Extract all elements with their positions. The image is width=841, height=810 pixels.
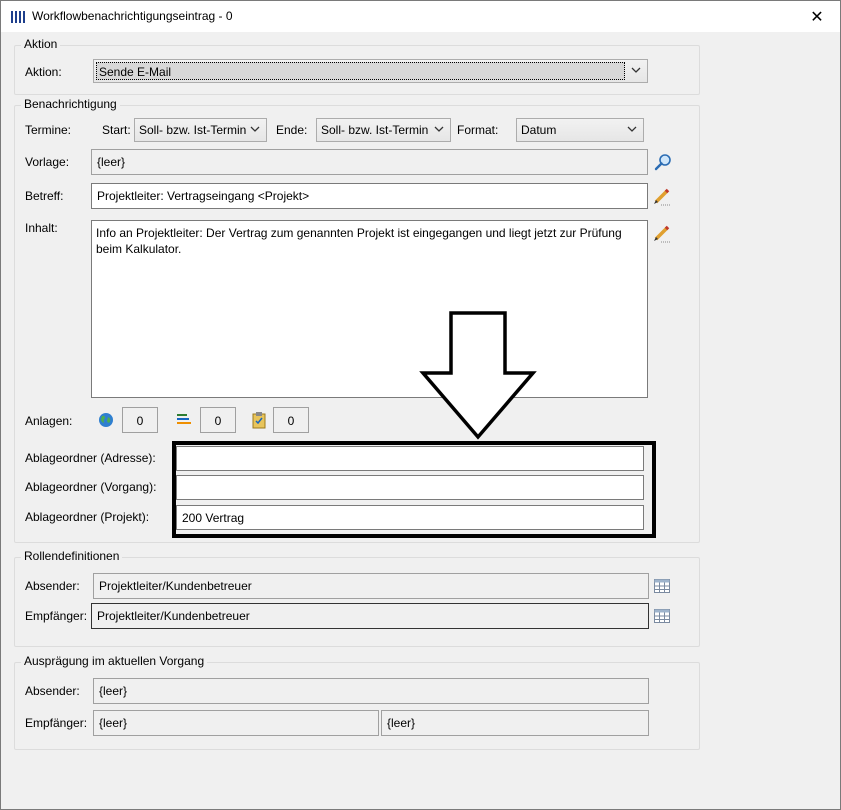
clipboard-icon[interactable] bbox=[251, 411, 267, 429]
close-icon: ✕ bbox=[810, 8, 824, 26]
attachment-count-2: 0 bbox=[200, 407, 236, 433]
inhalt-label: Inhalt: bbox=[25, 221, 58, 235]
rollen-group-label: Rollendefinitionen bbox=[21, 549, 123, 563]
chevron-down-icon bbox=[434, 126, 444, 132]
auspraegung-empfaenger-field-1: {leer} bbox=[93, 710, 379, 736]
ende-label: Ende: bbox=[276, 123, 308, 137]
chevron-down-icon bbox=[627, 126, 637, 132]
rollen-group: Rollendefinitionen bbox=[14, 549, 700, 647]
betreff-input[interactable]: Projektleiter: Vertragseingang <Projekt> bbox=[91, 183, 648, 209]
start-label: Start: bbox=[102, 123, 131, 137]
globe-icon[interactable] bbox=[98, 412, 114, 428]
chevron-down-icon bbox=[250, 126, 260, 132]
highlight-annotation-box bbox=[172, 441, 656, 538]
pencil-icon[interactable] bbox=[653, 224, 671, 244]
chevron-down-icon bbox=[631, 67, 641, 73]
auspraegung-absender-label: Absender: bbox=[25, 684, 80, 698]
aktion-label: Aktion: bbox=[25, 65, 62, 79]
format-select-value: Datum bbox=[521, 123, 557, 137]
close-button[interactable]: ✕ bbox=[794, 1, 840, 32]
aktion-select-value: Sende E-Mail bbox=[96, 62, 625, 80]
auspraegung-empfaenger-field-2: {leer} bbox=[381, 710, 649, 736]
app-icon bbox=[10, 10, 26, 24]
rollen-empfaenger-field[interactable]: Projektleiter/Kundenbetreuer bbox=[91, 603, 649, 629]
benachrichtigung-group-label: Benachrichtigung bbox=[21, 97, 120, 111]
auspraegung-absender-field: {leer} bbox=[93, 678, 649, 704]
ende-select-value: Soll- bzw. Ist-Termin bbox=[321, 123, 429, 137]
format-select[interactable]: Datum bbox=[516, 118, 644, 142]
ablage-adresse-label: Ablageordner (Adresse): bbox=[25, 451, 156, 465]
anlagen-label: Anlagen: bbox=[25, 414, 73, 428]
termine-label: Termine: bbox=[25, 123, 72, 137]
rollen-absender-field[interactable]: Projektleiter/Kundenbetreuer bbox=[93, 573, 649, 599]
start-select-value: Soll- bzw. Ist-Termin bbox=[139, 123, 247, 137]
table-icon[interactable] bbox=[654, 609, 670, 623]
auspraegung-empfaenger-label: Empfänger: bbox=[25, 716, 88, 730]
list-icon[interactable] bbox=[176, 412, 192, 428]
down-arrow-annotation bbox=[419, 311, 537, 440]
auspraegung-group: Ausprägung im aktuellen Vorgang bbox=[14, 654, 700, 750]
ablage-projekt-label: Ablageordner (Projekt): bbox=[25, 510, 150, 524]
table-icon[interactable] bbox=[654, 579, 670, 593]
attachment-count-3: 0 bbox=[273, 407, 309, 433]
betreff-label: Betreff: bbox=[25, 189, 64, 203]
search-icon[interactable] bbox=[654, 153, 672, 171]
ablage-vorgang-label: Ablageordner (Vorgang): bbox=[25, 480, 157, 494]
attachment-count-1: 0 bbox=[122, 407, 158, 433]
auspraegung-group-label: Ausprägung im aktuellen Vorgang bbox=[21, 654, 208, 668]
rollen-empfaenger-label: Empfänger: bbox=[25, 609, 88, 623]
inhalt-textarea[interactable]: Info an Projektleiter: Der Vertrag zum g… bbox=[91, 220, 648, 398]
vorlage-label: Vorlage: bbox=[25, 155, 70, 169]
ende-select[interactable]: Soll- bzw. Ist-Termin bbox=[316, 118, 451, 142]
window-title: Workflowbenachrichtigungseintrag - 0 bbox=[32, 9, 233, 23]
aktion-group-label: Aktion bbox=[21, 37, 61, 51]
start-select[interactable]: Soll- bzw. Ist-Termin bbox=[134, 118, 267, 142]
vorlage-field[interactable]: {leer} bbox=[91, 149, 648, 175]
rollen-absender-label: Absender: bbox=[25, 579, 80, 593]
title-bar: Workflowbenachrichtigungseintrag - 0 ✕ bbox=[1, 1, 840, 32]
pencil-icon[interactable] bbox=[653, 187, 671, 207]
aktion-select[interactable]: Sende E-Mail bbox=[93, 59, 648, 83]
dialog-window: Workflowbenachrichtigungseintrag - 0 ✕ A… bbox=[0, 0, 841, 810]
format-label: Format: bbox=[457, 123, 499, 137]
